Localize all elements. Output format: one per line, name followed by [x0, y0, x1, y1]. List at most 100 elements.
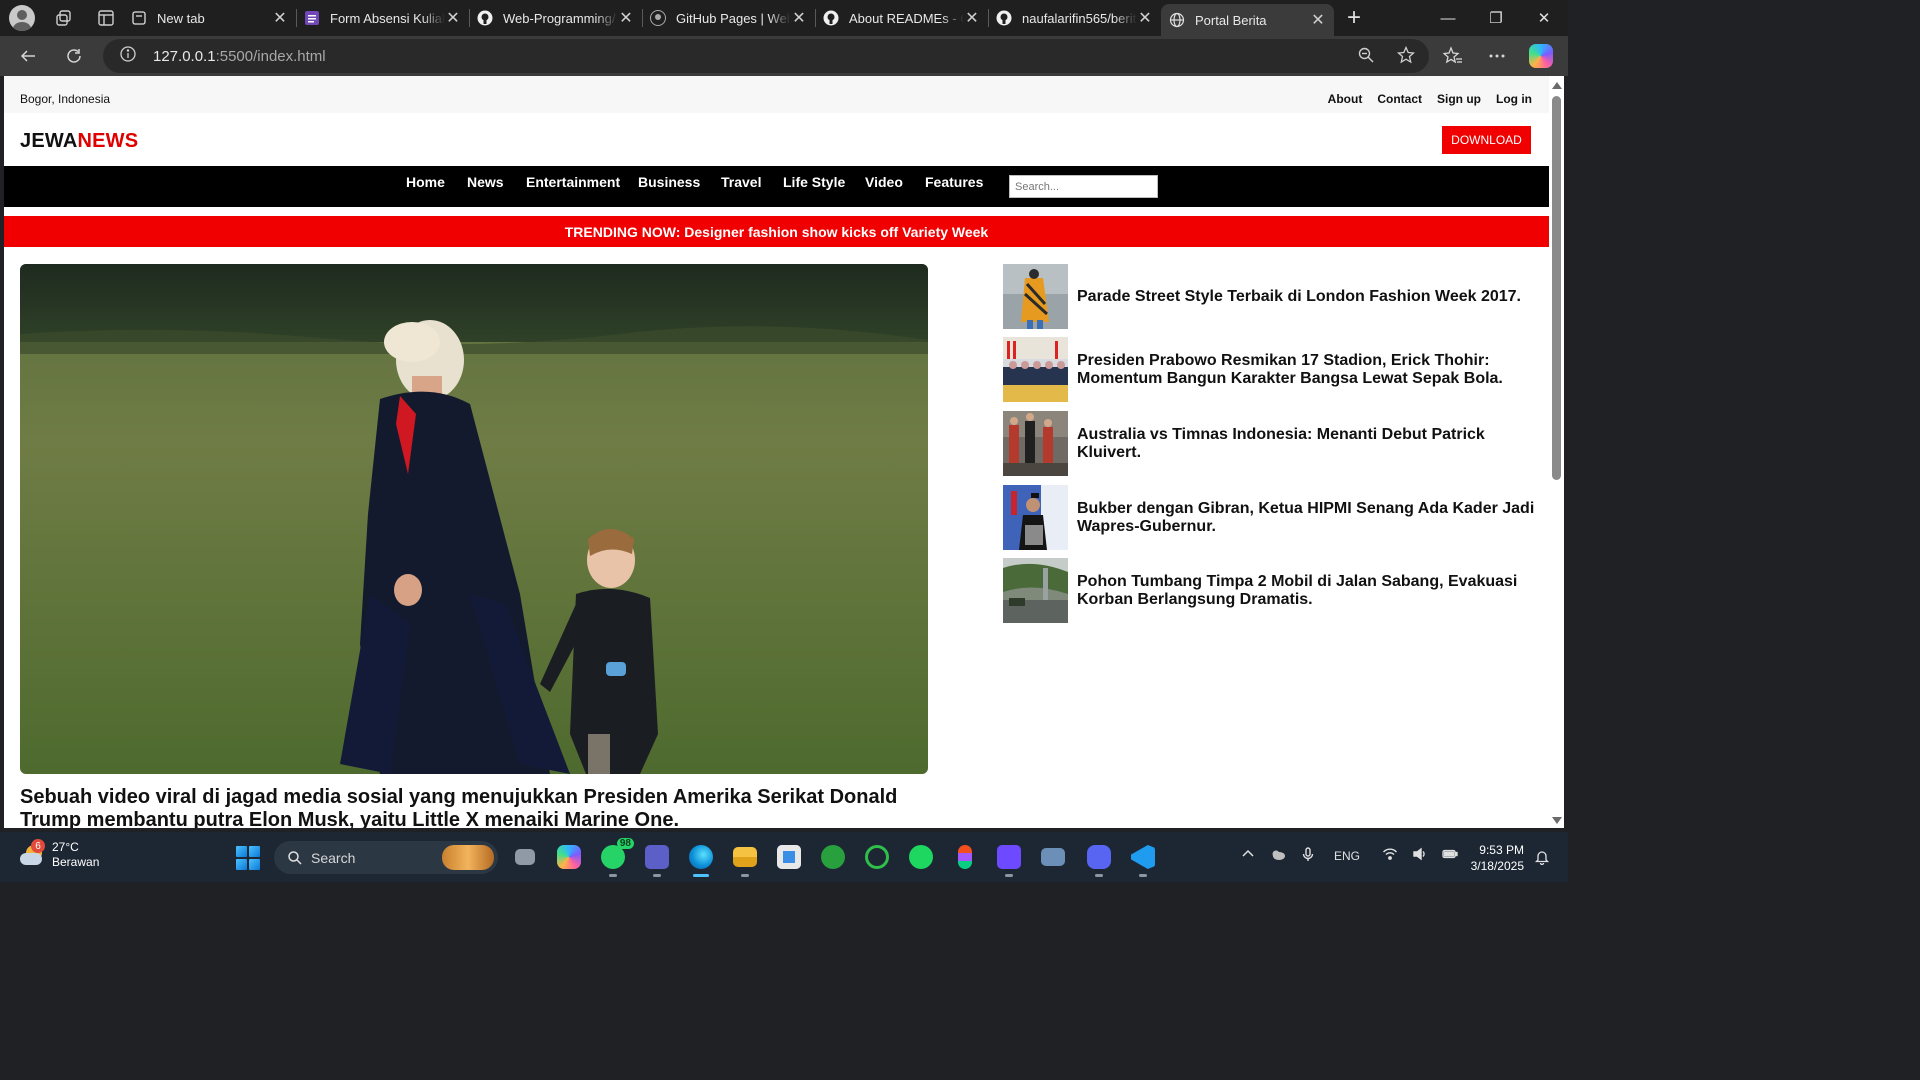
new-tab-button[interactable]: +	[1334, 0, 1374, 36]
nav-features[interactable]: Features	[925, 174, 983, 190]
download-button[interactable]: DOWNLOAD	[1442, 126, 1531, 154]
side-news-item[interactable]: Australia vs Timnas Indonesia: Menanti D…	[1003, 411, 1543, 476]
github-icon	[650, 10, 666, 26]
system-tray: ENG	[1240, 846, 1458, 865]
profile-avatar-icon[interactable]	[9, 5, 35, 31]
login-link[interactable]: Log in	[1496, 92, 1532, 106]
location-text: Bogor, Indonesia	[20, 92, 111, 106]
refresh-icon[interactable]	[56, 40, 92, 72]
nav-business[interactable]: Business	[638, 174, 700, 190]
weather-widget[interactable]: 6 27°C Berawan	[18, 839, 100, 870]
site-logo[interactable]: JEWANEWS	[20, 130, 138, 153]
task-monitor-icon[interactable]	[862, 841, 892, 873]
close-tab-icon[interactable]: ✕	[618, 8, 634, 28]
spotify-icon[interactable]	[906, 841, 936, 873]
taskbar-search[interactable]: Search	[274, 841, 498, 874]
tab-title: Web-Programming/	[503, 10, 616, 26]
figma-icon[interactable]	[950, 841, 980, 873]
close-tab-icon[interactable]: ✕	[791, 8, 807, 28]
wifi-icon[interactable]	[1382, 846, 1398, 865]
scroll-up-icon[interactable]	[1552, 82, 1562, 89]
performance-monitor-icon[interactable]	[1038, 841, 1068, 873]
globe-icon	[1169, 12, 1185, 28]
window-controls: — ❐ ✕	[1424, 0, 1568, 36]
browser-toolbar-actions	[1440, 40, 1554, 72]
address-bar[interactable]: 127.0.0.1:5500/index.html	[103, 39, 1429, 73]
file-explorer-icon[interactable]	[730, 841, 760, 877]
copilot-icon[interactable]	[1528, 40, 1554, 72]
clock-date: 3/18/2025	[1470, 859, 1524, 873]
close-tab-icon[interactable]: ✕	[445, 8, 461, 28]
battery-icon[interactable]	[1442, 846, 1458, 865]
copilot-app-icon[interactable]	[554, 841, 584, 873]
side-news-item[interactable]: Pohon Tumbang Timpa 2 Mobil di Jalan Sab…	[1003, 558, 1543, 623]
language-indicator[interactable]: ENG	[1334, 849, 1360, 863]
nav-life-style[interactable]: Life Style	[783, 174, 845, 190]
nav-travel[interactable]: Travel	[721, 174, 761, 190]
github-icon	[996, 10, 1012, 26]
volume-icon[interactable]	[1412, 846, 1428, 865]
restore-icon[interactable]: ❐	[1472, 0, 1520, 36]
site-info-icon[interactable]	[119, 45, 137, 68]
task-view-icon[interactable]	[510, 841, 540, 873]
page-scrollbar[interactable]	[1549, 76, 1564, 828]
nav-home[interactable]: Home	[406, 174, 445, 190]
browser-tab-github-pages[interactable]: GitHub Pages | Web ✕	[642, 0, 815, 36]
close-tab-icon[interactable]: ✕	[272, 8, 288, 28]
vertical-tabs-icon[interactable]	[89, 3, 123, 33]
side-news-item[interactable]: Presiden Prabowo Resmikan 17 Stadion, Er…	[1003, 337, 1543, 402]
zoom-icon[interactable]	[1357, 46, 1375, 69]
onedrive-icon[interactable]	[1270, 846, 1286, 865]
signup-link[interactable]: Sign up	[1437, 92, 1481, 106]
tab-title: GitHub Pages | Web	[676, 10, 791, 26]
browser-tab-about-readmes[interactable]: About READMEs - G ✕	[815, 0, 988, 36]
tab-title: naufalarifin565/berit	[1022, 10, 1137, 26]
nav-news[interactable]: News	[467, 174, 504, 190]
close-window-icon[interactable]: ✕	[1520, 0, 1568, 36]
scroll-down-icon[interactable]	[1552, 817, 1562, 824]
side-news-item[interactable]: Parade Street Style Terbaik di London Fa…	[1003, 264, 1543, 329]
side-news-item[interactable]: Bukber dengan Gibran, Ketua HIPMI Senang…	[1003, 485, 1543, 550]
back-icon[interactable]	[10, 40, 46, 72]
notifications-bell-icon[interactable]	[1534, 849, 1550, 870]
favorites-icon[interactable]	[1440, 40, 1466, 72]
vscode-icon[interactable]	[1128, 841, 1158, 877]
about-link[interactable]: About	[1328, 92, 1363, 106]
scrollbar-thumb[interactable]	[1552, 96, 1561, 480]
hero-news-image[interactable]	[20, 264, 928, 774]
close-tab-icon[interactable]: ✕	[964, 8, 980, 28]
browser-tab-web-programming[interactable]: Web-Programming/ ✕	[469, 0, 642, 36]
windows-start-icon[interactable]	[236, 846, 260, 870]
nav-entertainment[interactable]: Entertainment	[526, 174, 620, 190]
close-tab-icon[interactable]: ✕	[1310, 10, 1326, 30]
weather-condition: Berawan	[52, 855, 100, 869]
system-clock[interactable]: 9:53 PM 3/18/2025	[1466, 842, 1524, 874]
browser-tab-naufalarifin[interactable]: naufalarifin565/berit ✕	[988, 0, 1161, 36]
trending-banner[interactable]: TRENDING NOW: Designer fashion show kick…	[4, 216, 1549, 247]
microsoft-store-icon[interactable]	[774, 841, 804, 873]
minimize-icon[interactable]: —	[1424, 0, 1472, 36]
show-hidden-icons-icon[interactable]	[1240, 846, 1256, 865]
search-input[interactable]	[1009, 175, 1158, 198]
browser-tab-form-absensi[interactable]: Form Absensi Kuliah ✕	[296, 0, 469, 36]
nav-video[interactable]: Video	[865, 174, 903, 190]
close-tab-icon[interactable]: ✕	[1137, 8, 1153, 28]
search-highlight-icon	[442, 845, 494, 870]
microphone-icon[interactable]	[1300, 846, 1316, 865]
more-options-icon[interactable]	[1484, 40, 1510, 72]
top-links: About Contact Sign up Log in	[1328, 92, 1532, 106]
discord-icon[interactable]	[1084, 841, 1114, 877]
contact-link[interactable]: Contact	[1377, 92, 1422, 106]
teams-icon[interactable]	[642, 841, 672, 877]
side-news-title: Bukber dengan Gibran, Ketua HIPMI Senang…	[1077, 499, 1535, 535]
hero-news-title[interactable]: Sebuah video viral di jagad media sosial…	[20, 786, 928, 828]
proton-vpn-icon[interactable]	[994, 841, 1024, 877]
workspaces-icon[interactable]	[47, 3, 81, 33]
browser-tab-portal-berita[interactable]: Portal Berita ✕	[1161, 4, 1334, 36]
tab-title: Portal Berita	[1195, 12, 1267, 28]
xbox-icon[interactable]	[818, 841, 848, 873]
edge-icon[interactable]	[686, 841, 716, 877]
browser-tab-newtab[interactable]: New tab ✕	[123, 0, 296, 36]
whatsapp-icon[interactable]: 98	[598, 838, 634, 877]
favorite-star-icon[interactable]	[1396, 45, 1416, 69]
